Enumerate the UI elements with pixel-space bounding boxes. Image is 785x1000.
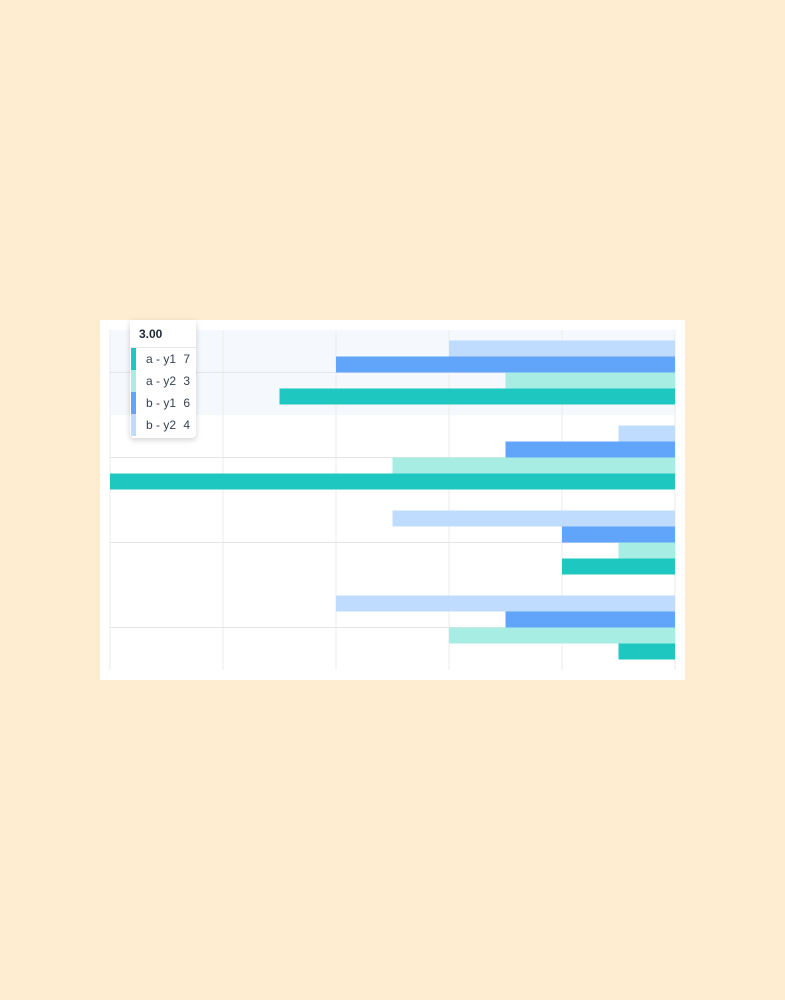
bar-b-y1-1[interactable] [505,441,676,458]
bar-b-y1-0[interactable] [336,356,675,373]
tooltip-value: 6 [183,396,190,410]
tooltip-value: 4 [183,418,190,432]
tooltip-label: a - y2 [146,374,177,388]
tooltip-row-b-y1: b - y1 6 [130,392,196,414]
tooltip-row-a-y2: a - y2 3 [130,370,196,392]
tooltip-swatch [131,414,136,436]
bar-a-y2-3[interactable] [449,627,675,644]
tooltip-label: a - y1 [146,352,177,366]
tooltip-swatch [131,392,136,414]
bar-a-y1-0[interactable] [279,388,676,405]
bar-b-y1-2[interactable] [562,526,675,543]
bar-b-y1-3[interactable] [505,611,676,628]
bar-b-y2-0[interactable] [449,340,675,357]
bar-a-y2-0[interactable] [505,372,676,389]
tooltip-row-b-y2: b - y2 4 [130,414,196,436]
bar-b-y2-3[interactable] [336,595,675,612]
tooltip-title: 3.00 [130,320,196,348]
tooltip-value: 3 [183,374,190,388]
bar-a-y2-1[interactable] [392,457,676,474]
tooltip-label: b - y1 [146,396,177,410]
bar-b-y2-1[interactable] [618,425,676,442]
tooltip-swatch [131,370,136,392]
bar-a-y1-1[interactable] [110,473,675,490]
bar-a-y2-2[interactable] [618,542,676,559]
bar-a-y1-3[interactable] [618,643,676,660]
tooltip-row-a-y1: a - y1 7 [130,348,196,370]
bar-a-y1-2[interactable] [562,558,675,575]
chart-card: 3.00 a - y1 7 a - y2 3 b - y1 6 b - y2 4 [100,320,685,680]
tooltip-swatch [131,348,136,370]
bar-b-y2-2[interactable] [392,510,676,527]
chart-tooltip: 3.00 a - y1 7 a - y2 3 b - y1 6 b - y2 4 [130,320,196,438]
tooltip-value: 7 [183,352,190,366]
tooltip-label: b - y2 [146,418,177,432]
